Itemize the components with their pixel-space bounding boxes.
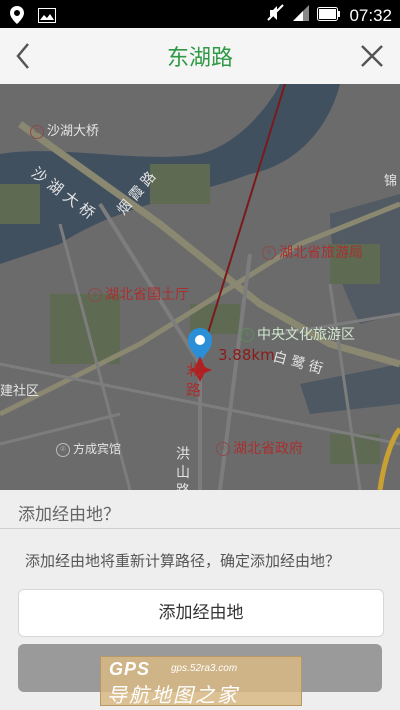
status-time: 07:32 (349, 5, 392, 25)
distance-label: 3.88km (218, 346, 275, 364)
poi-icon: ⌾ (88, 288, 102, 302)
map-label: 洪 山 路 (174, 446, 190, 490)
poi-icon: ⌾ (240, 328, 254, 342)
poi-icon: ⌾ (262, 246, 276, 260)
map-canvas: ↑ (0, 84, 400, 490)
page-title: 东湖路 (166, 46, 233, 71)
divider (0, 528, 400, 529)
location-icon (10, 6, 24, 28)
watermark-site: gps.52ra3.com (171, 663, 238, 674)
map-label: ⌾ 中央文化旅游区 (240, 324, 355, 344)
map-label: ⌾ 沙湖大桥 (30, 120, 99, 139)
map-label: ⌾ 湖北省政府 (216, 438, 303, 458)
map-label: 建社区 (0, 384, 40, 399)
dialog-title: 添加经由地？ (18, 505, 120, 525)
image-icon (38, 7, 56, 27)
watermark-logo: GPS gps.52ra3.com 导航地图之家 (100, 656, 302, 707)
add-waypoint-button[interactable]: 添加经由地 (18, 589, 384, 637)
dialog-message: 添加经由地将重新计算路径，确定添加经由地？ (25, 552, 341, 570)
poi-icon: ⌾ (216, 442, 230, 456)
map-label: 北 路 (184, 362, 202, 397)
watermark-gps: GPS (109, 659, 151, 679)
map-label: ⌾ 方成宾馆 (56, 440, 121, 457)
map-label: ⌾ 湖北省旅游局 (262, 242, 363, 262)
map-label: ⌾ 湖北省国土厅 (88, 284, 189, 304)
battery-icon (317, 6, 341, 26)
poi-icon: ⌾ (56, 442, 70, 457)
mute-icon (267, 4, 285, 27)
status-bar: 07:32 (0, 0, 400, 28)
map-view[interactable]: ↑ ⌾沙湖大桥 沙 湖 大 桥 烟 霞 路 ⌾湖北省旅游局 ⌾湖北省国土厅 ⌾中… (0, 84, 400, 490)
poi-icon: ⌾ (30, 124, 44, 139)
app-bar: 东湖路 (0, 28, 400, 85)
close-button[interactable] (358, 42, 386, 70)
close-icon (361, 45, 383, 67)
watermark-brand: 导航地图之家 (107, 683, 239, 707)
signal-icon (293, 5, 310, 26)
map-label: 锦 (384, 174, 398, 189)
